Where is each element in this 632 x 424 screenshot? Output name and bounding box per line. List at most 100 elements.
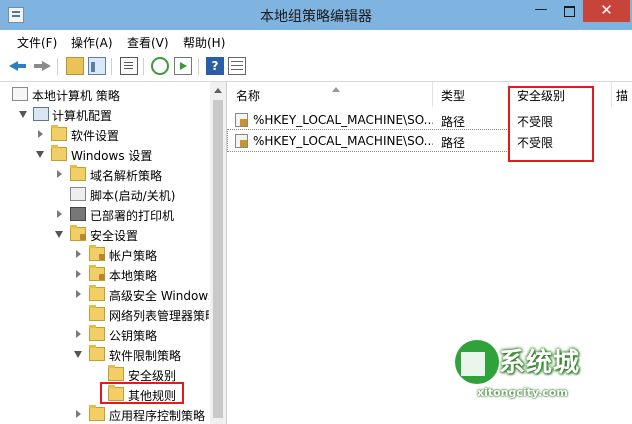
tree-item-dns-policy[interactable]: 域名解析策略 — [0, 164, 210, 184]
column-name-label: 名称 — [236, 89, 261, 103]
tree-item-label: 计算机配置 — [52, 109, 113, 123]
tree-item-security-levels[interactable]: 安全级别 — [0, 364, 210, 384]
tree-item-label: 本地计算机 策略 — [32, 89, 120, 103]
toolbar-divider — [198, 58, 199, 75]
column-header-name[interactable]: 名称 — [228, 82, 433, 107]
menu-help[interactable]: 帮助(H) — [183, 34, 225, 51]
column-header-type[interactable]: 类型 — [433, 82, 509, 107]
printer-icon — [70, 207, 86, 221]
show-hide-tree-icon[interactable] — [88, 57, 106, 75]
tree-item-label: 脚本(启动/关机) — [90, 189, 176, 203]
folder-icon — [89, 325, 105, 341]
maximize-button[interactable] — [555, 0, 583, 22]
rule-type: 路径 — [441, 115, 466, 129]
forward-arrow-icon[interactable] — [33, 57, 51, 75]
tree-item-label: 应用程序控制策略 — [109, 409, 206, 423]
watermark: 系统城 xitongcity.com — [455, 336, 613, 406]
table-row[interactable]: %HKEY_LOCAL_MACHINE\SO... 路径 不受限 — [227, 129, 553, 152]
secure-folder-icon — [89, 245, 105, 261]
tree-item-software-settings[interactable]: 软件设置 — [0, 124, 210, 144]
expanded-arrow-icon[interactable] — [19, 111, 27, 118]
tree-item-account-policies[interactable]: 帐户策略 — [0, 244, 210, 264]
secure-folder-icon — [70, 225, 86, 241]
tree-item-label: 网络列表管理器策略 — [109, 309, 209, 323]
windows-logo-icon — [455, 340, 499, 384]
tree-item-local-policies[interactable]: 本地策略 — [0, 264, 210, 284]
tree-item-label: 本地策略 — [109, 269, 158, 283]
tree-item-label: 公钥策略 — [109, 329, 158, 343]
secure-folder-icon — [89, 265, 105, 281]
tree-item-software-restriction[interactable]: 软件限制策略 — [0, 344, 210, 364]
menu-action[interactable]: 操作(A) — [71, 34, 113, 51]
column-header-description[interactable]: 描 — [612, 82, 632, 107]
folder-icon — [89, 345, 105, 361]
view-icon[interactable] — [228, 57, 246, 75]
up-folder-icon[interactable] — [66, 57, 84, 75]
rule-type: 路径 — [441, 136, 466, 150]
policy-doc-icon — [12, 87, 28, 101]
collapsed-arrow-icon[interactable] — [76, 290, 81, 298]
scroll-thumb[interactable] — [213, 100, 223, 418]
tree-item-windows-settings[interactable]: Windows 设置 — [0, 144, 210, 164]
collapsed-arrow-icon[interactable] — [76, 410, 81, 418]
export-list-icon[interactable] — [174, 57, 192, 75]
menu-file[interactable]: 文件(F) — [17, 34, 57, 51]
maximize-icon — [563, 6, 575, 17]
tree-item-printers[interactable]: 已部署的打印机 — [0, 204, 210, 224]
collapsed-arrow-icon[interactable] — [76, 330, 81, 338]
tree-item-label: 高级安全 Windows — [109, 289, 209, 303]
folder-icon — [108, 365, 124, 381]
collapsed-arrow-icon[interactable] — [57, 170, 62, 178]
help-icon[interactable]: ? — [206, 57, 224, 75]
expanded-arrow-icon[interactable] — [74, 351, 82, 358]
menu-view[interactable]: 查看(V) — [127, 34, 169, 51]
highlight-security-level-column — [508, 86, 594, 162]
computer-icon — [33, 107, 49, 121]
tree-pane: 本地计算机 策略 计算机配置 软件设置 Windows 设置 域名解析策略 脚本… — [0, 82, 227, 424]
expanded-arrow-icon[interactable] — [55, 231, 63, 238]
tree-scrollbar[interactable] — [210, 82, 226, 424]
expanded-arrow-icon[interactable] — [36, 151, 44, 158]
minimize-button[interactable]: — — [527, 0, 555, 22]
toolbar: ? — [0, 52, 632, 82]
rule-name: %HKEY_LOCAL_MACHINE\SO... — [253, 134, 433, 148]
tree-item-network-list[interactable]: 网络列表管理器策略 — [0, 304, 210, 324]
menu-bar: 文件(F) 操作(A) 查看(V) 帮助(H) — [0, 30, 632, 52]
column-description-label: 描 — [616, 89, 629, 103]
path-rule-icon — [235, 113, 248, 127]
watermark-url: xitongcity.com — [477, 386, 568, 399]
properties-icon[interactable] — [120, 57, 138, 75]
title-bar[interactable]: 本地组策略编辑器 — ✕ — [0, 0, 632, 30]
watermark-title: 系统城 — [499, 348, 581, 378]
tree-item-label: Windows 设置 — [71, 149, 153, 163]
folder-icon — [89, 285, 105, 301]
tree-item-security-settings[interactable]: 安全设置 — [0, 224, 210, 244]
tree-item-label: 帐户策略 — [109, 249, 158, 263]
toolbar-divider — [143, 58, 144, 75]
tree-item-local-policy[interactable]: 本地计算机 策略 — [0, 84, 210, 104]
tree-item-scripts[interactable]: 脚本(启动/关机) — [0, 184, 210, 204]
close-button[interactable]: ✕ — [583, 0, 630, 22]
scroll-up-arrow-icon[interactable] — [214, 88, 222, 93]
refresh-icon[interactable] — [151, 57, 169, 75]
folder-icon — [70, 165, 86, 181]
collapsed-arrow-icon[interactable] — [76, 270, 81, 278]
collapsed-arrow-icon[interactable] — [76, 250, 81, 258]
tree-item-public-key[interactable]: 公钥策略 — [0, 324, 210, 344]
sort-ascending-icon — [332, 87, 340, 92]
folder-icon — [89, 305, 105, 321]
tree-item-label: 域名解析策略 — [90, 169, 163, 183]
collapsed-arrow-icon[interactable] — [38, 130, 43, 138]
highlight-additional-rules — [100, 382, 184, 404]
collapsed-arrow-icon[interactable] — [57, 210, 62, 218]
tree-item-app-control[interactable]: 应用程序控制策略 — [0, 404, 210, 424]
folder-icon — [51, 145, 67, 161]
back-arrow-icon[interactable] — [9, 57, 27, 75]
script-icon — [70, 187, 86, 201]
toolbar-divider — [57, 58, 58, 75]
tree-item-advanced-firewall[interactable]: 高级安全 Windows — [0, 284, 210, 304]
folder-icon — [89, 405, 105, 421]
path-rule-icon — [235, 134, 248, 148]
tree-item-label: 软件限制策略 — [109, 349, 182, 363]
tree-item-computer-config[interactable]: 计算机配置 — [0, 104, 210, 124]
